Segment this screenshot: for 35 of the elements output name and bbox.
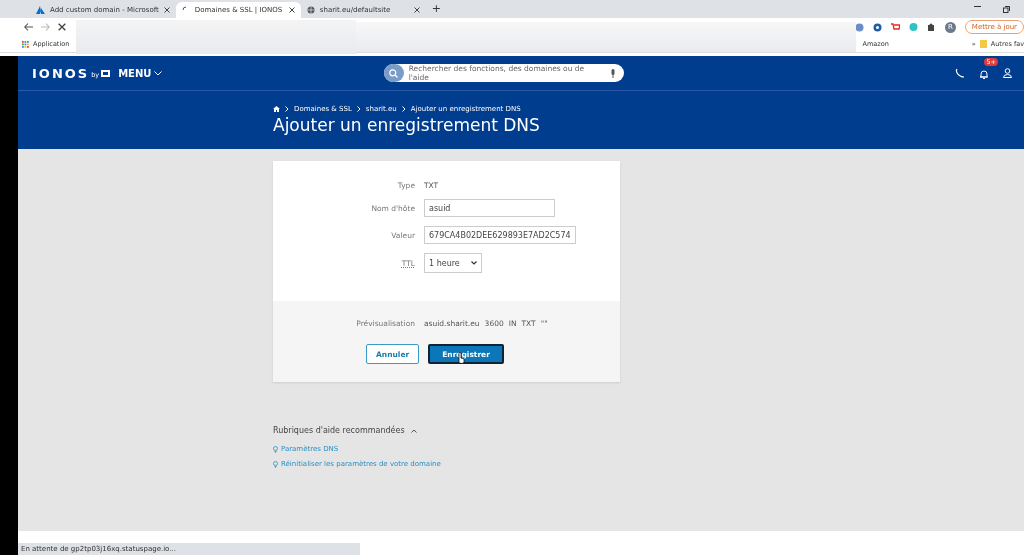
input-field[interactable]: asuid: [424, 199, 555, 217]
new-tab-button[interactable]: +: [425, 1, 448, 17]
chevron-down-icon: [154, 70, 163, 76]
stop-loading-icon[interactable]: [58, 23, 66, 31]
user-icon[interactable]: [1003, 68, 1012, 78]
apps-grid-icon: [22, 40, 29, 48]
help-section-title: Rubriques d'aide recommandées: [273, 426, 405, 435]
chevron-right-icon: [401, 106, 406, 112]
globe-icon: [306, 6, 315, 14]
triangle-logo-icon: [36, 6, 45, 14]
chevron-right-icon: [285, 106, 289, 112]
back-arrow-icon[interactable]: [24, 23, 33, 31]
page-title: Ajouter un enregistrement DNS: [273, 115, 541, 135]
close-icon[interactable]: [413, 7, 420, 13]
lightbulb-icon: [273, 460, 278, 468]
brand-mark-icon: [101, 69, 111, 77]
phone-icon[interactable]: [955, 68, 965, 78]
folder-icon: [979, 40, 987, 48]
bell-icon[interactable]: [979, 68, 989, 79]
dropdown[interactable]: 1 heure: [424, 253, 482, 273]
close-icon[interactable]: [163, 7, 170, 13]
restore-icon[interactable]: [1003, 5, 1010, 13]
close-icon[interactable]: [288, 7, 295, 13]
cart-icon[interactable]: [890, 22, 900, 32]
search-icon: [389, 68, 399, 78]
chevron-down-icon: [471, 261, 477, 265]
microphone-icon[interactable]: [609, 68, 616, 78]
logo[interactable]: IONOS: [32, 65, 90, 81]
chevron-up-icon[interactable]: [410, 428, 417, 433]
input-field[interactable]: 679CA4B02DEE629893E7AD2C574: [424, 226, 576, 244]
home-icon[interactable]: [273, 106, 280, 112]
chevron-right-icon: [356, 106, 361, 112]
menu-button[interactable]: MENU: [118, 67, 163, 79]
minimize-icon[interactable]: [974, 5, 981, 7]
lightbulb-icon: [273, 445, 278, 453]
